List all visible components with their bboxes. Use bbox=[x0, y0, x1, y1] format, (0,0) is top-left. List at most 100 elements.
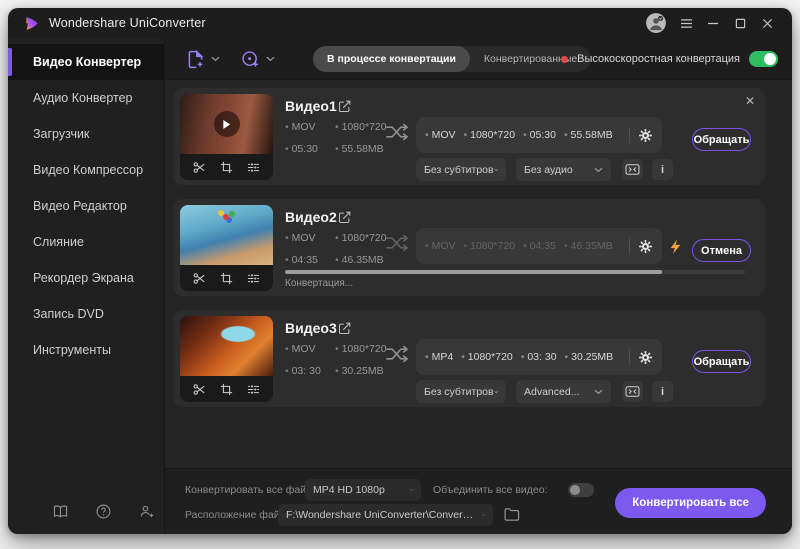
convert-shuffle-icon bbox=[385, 122, 410, 142]
thumbnail-block bbox=[180, 94, 273, 180]
audio-value: Без аудио bbox=[524, 164, 573, 176]
audio-dropdown[interactable]: Без аудио bbox=[516, 158, 611, 181]
pill-divider bbox=[629, 349, 630, 365]
target-settings-pill[interactable]: MP4 1080*720 03: 30 30.25MB bbox=[416, 339, 662, 375]
trim-scissors-icon[interactable] bbox=[192, 382, 207, 397]
chevron-down-icon bbox=[594, 389, 603, 395]
output-format-select[interactable]: MP4 HD 1080p bbox=[305, 479, 421, 501]
help-icon[interactable] bbox=[95, 503, 112, 520]
video-thumbnail[interactable] bbox=[180, 94, 273, 154]
info-button[interactable]: i bbox=[652, 381, 673, 402]
sidebar-item-downloader[interactable]: Загрузчик bbox=[8, 116, 164, 152]
sidebar-item-screen-recorder[interactable]: Рекордер Экрана bbox=[8, 260, 164, 296]
titlebar: Wondershare UniConverter bbox=[8, 8, 792, 38]
subtitles-dropdown[interactable]: Без субтитров bbox=[416, 380, 506, 403]
effects-adjust-icon[interactable] bbox=[246, 271, 261, 286]
trim-scissors-icon[interactable] bbox=[192, 160, 207, 175]
video-row-2: Видео2 MOV 1080*720 04:35 46.35MB MOV 10… bbox=[173, 199, 765, 296]
add-file-button[interactable] bbox=[185, 49, 220, 70]
effects-adjust-icon[interactable] bbox=[246, 160, 261, 175]
task-list: Видео1 MOV 1080*720 05:30 55.58MB MOV 10… bbox=[165, 80, 792, 468]
trim-range-icon bbox=[625, 385, 640, 398]
account-avatar[interactable] bbox=[646, 13, 666, 33]
sidebar-item-video-converter[interactable]: Видео Конвертер bbox=[8, 44, 164, 80]
sidebar-item-toolbox[interactable]: Инструменты bbox=[8, 332, 164, 368]
convert-shuffle-icon bbox=[385, 344, 410, 364]
source-resolution: 1080*720 bbox=[335, 121, 387, 133]
source-duration: 04:35 bbox=[285, 254, 318, 266]
trim-range-button[interactable] bbox=[622, 381, 643, 402]
guide-book-icon[interactable] bbox=[52, 503, 69, 520]
source-resolution: 1080*720 bbox=[335, 343, 387, 355]
settings-gear-icon[interactable] bbox=[638, 350, 653, 365]
convert-shuffle-icon bbox=[385, 233, 410, 253]
audio-dropdown[interactable]: Advanced... bbox=[516, 380, 611, 403]
add-disc-icon bbox=[240, 49, 261, 70]
crop-icon[interactable] bbox=[219, 160, 234, 175]
sidebar-item-merge[interactable]: Слияние bbox=[8, 224, 164, 260]
chevron-down-icon bbox=[494, 167, 498, 173]
target-duration: 03: 30 bbox=[521, 351, 557, 363]
chevron-down-icon bbox=[594, 167, 603, 173]
subtitles-dropdown[interactable]: Без субтитров bbox=[416, 158, 506, 181]
target-resolution: 1080*720 bbox=[464, 129, 516, 141]
video-row-3: Видео3 MOV 1080*720 03: 30 30.25MB MP4 1… bbox=[173, 310, 765, 407]
rename-edit-icon[interactable] bbox=[337, 210, 352, 225]
maximize-icon[interactable] bbox=[733, 16, 747, 30]
minimize-icon[interactable] bbox=[706, 16, 720, 30]
target-format: MOV bbox=[425, 129, 456, 141]
play-overlay-icon[interactable] bbox=[214, 111, 240, 137]
menu-icon[interactable] bbox=[679, 16, 693, 30]
subtitles-value: Без субтитров bbox=[424, 386, 494, 398]
close-icon[interactable] bbox=[760, 16, 774, 30]
sidebar-item-dvd-burn[interactable]: Запись DVD bbox=[8, 296, 164, 332]
add-dvd-button[interactable] bbox=[240, 49, 275, 70]
trim-range-icon bbox=[625, 163, 640, 176]
settings-gear-icon[interactable] bbox=[638, 128, 653, 143]
convert-button[interactable]: Обращать bbox=[692, 350, 751, 373]
settings-gear-icon[interactable] bbox=[638, 239, 653, 254]
file-location-value: F:\Wondershare UniConverter\Converted bbox=[286, 509, 476, 521]
add-file-icon bbox=[185, 49, 206, 70]
trim-scissors-icon[interactable] bbox=[192, 271, 207, 286]
target-resolution: 1080*720 bbox=[461, 351, 513, 363]
source-duration: 05:30 bbox=[285, 143, 318, 155]
sidebar-item-video-compressor[interactable]: Видео Компрессор bbox=[8, 152, 164, 188]
pill-divider bbox=[629, 238, 630, 254]
rename-edit-icon[interactable] bbox=[337, 99, 352, 114]
cancel-button[interactable]: Отмена bbox=[692, 239, 751, 262]
community-user-icon[interactable] bbox=[138, 503, 155, 520]
video-thumbnail[interactable] bbox=[180, 316, 273, 376]
video-thumbnail[interactable] bbox=[180, 205, 273, 265]
sidebar-item-audio-converter[interactable]: Аудио Конвертер bbox=[8, 80, 164, 116]
sidebar-item-label: Аудио Конвертер bbox=[33, 91, 133, 105]
remove-task-icon[interactable]: ✕ bbox=[745, 95, 755, 107]
rename-edit-icon[interactable] bbox=[337, 321, 352, 336]
video-title: Видео3 bbox=[285, 320, 337, 336]
target-settings-pill[interactable]: MOV 1080*720 05:30 55.58MB bbox=[416, 117, 662, 153]
sidebar-item-video-editor[interactable]: Видео Редактор bbox=[8, 188, 164, 224]
sidebar-footer bbox=[52, 503, 155, 520]
source-format: MOV bbox=[285, 232, 316, 244]
converting-tabs: В процессе конвертации Конвертированные bbox=[313, 46, 591, 72]
crop-icon[interactable] bbox=[219, 382, 234, 397]
target-format: MP4 bbox=[425, 351, 453, 363]
thumbnail-block bbox=[180, 205, 273, 291]
sidebar-item-label: Запись DVD bbox=[33, 307, 104, 321]
open-folder-icon[interactable] bbox=[503, 506, 520, 523]
convert-all-button[interactable]: Конвертировать все bbox=[615, 488, 766, 518]
info-button[interactable]: i bbox=[652, 159, 673, 180]
effects-adjust-icon[interactable] bbox=[246, 382, 261, 397]
target-duration: 05:30 bbox=[523, 129, 556, 141]
high-speed-toggle[interactable] bbox=[749, 51, 778, 67]
chevron-down-icon bbox=[211, 56, 220, 62]
conversion-status-text: Конвертация... bbox=[285, 278, 353, 289]
video-title: Видео1 bbox=[285, 98, 337, 114]
merge-videos-toggle[interactable] bbox=[568, 483, 594, 497]
convert-button[interactable]: Обращать bbox=[692, 128, 751, 151]
file-location-select[interactable]: F:\Wondershare UniConverter\Converted bbox=[278, 504, 493, 526]
tab-converting[interactable]: В процессе конвертации bbox=[313, 46, 470, 72]
crop-icon[interactable] bbox=[219, 271, 234, 286]
trim-range-button[interactable] bbox=[622, 159, 643, 180]
main-header: В процессе конвертации Конвертированные … bbox=[165, 38, 792, 80]
